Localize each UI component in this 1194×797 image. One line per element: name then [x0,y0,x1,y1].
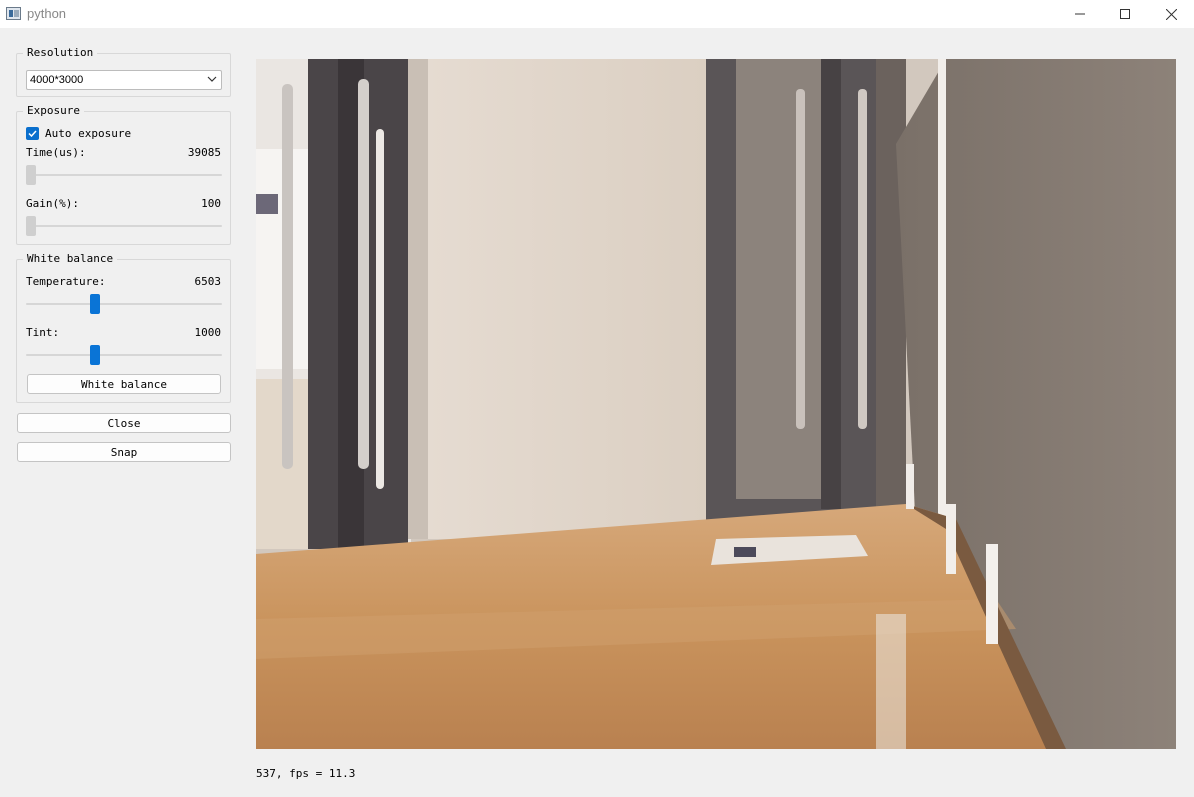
temperature-label: Temperature: [26,275,106,288]
auto-exposure-checkbox[interactable] [26,127,39,140]
tint-slider[interactable] [26,345,222,365]
gain-label: Gain(%): [26,197,79,210]
close-button[interactable]: Close [17,413,231,433]
maximize-icon [1120,9,1130,19]
time-label: Time(us): [26,146,86,159]
camera-preview [256,59,1176,749]
exposure-group-title: Exposure [23,104,84,118]
chevron-down-icon [207,76,217,82]
time-value: 39085 [187,146,221,159]
app-icon [6,7,21,20]
tint-slider-groove [26,354,222,356]
gain-slider[interactable] [26,216,222,236]
tint-label: Tint: [26,326,60,339]
window-title: python [27,6,67,21]
auto-exposure-label[interactable]: Auto exposure [45,127,131,140]
minimize-button[interactable] [1057,0,1103,28]
resolution-group-title: Resolution [23,46,98,60]
temperature-slider-groove [26,303,222,305]
minimize-icon [1075,13,1085,15]
time-slider-groove [26,174,222,176]
gain-value: 100 [201,197,221,210]
snap-button[interactable]: Snap [17,442,231,462]
check-icon [28,130,37,137]
gain-slider-handle[interactable] [26,216,36,236]
tint-slider-handle[interactable] [90,345,100,365]
title-bar[interactable]: python [0,0,1194,28]
status-text: 537, fps = 11.3 [256,767,356,780]
time-slider[interactable] [26,165,222,185]
maximize-button[interactable] [1102,0,1148,28]
white-balance-group: White balance Temperature: 6503 Tint: 10… [16,252,231,403]
close-window-button[interactable] [1148,0,1194,28]
temperature-slider-handle[interactable] [90,294,100,314]
white-balance-group-title: White balance [23,252,118,266]
temperature-slider[interactable] [26,294,222,314]
resolution-select-value: 4000*3000 [30,74,84,86]
temperature-value: 6503 [194,275,222,288]
resolution-select[interactable]: 4000*3000 [26,70,222,90]
time-slider-handle[interactable] [26,165,36,185]
tint-value: 1000 [194,326,222,339]
exposure-group: Exposure Auto exposure Time(us): 39085 G… [16,104,231,245]
camera-preview-image [256,59,1176,749]
gain-slider-groove [26,225,222,227]
resolution-group: Resolution 4000*3000 [16,46,231,97]
close-icon [1165,8,1177,20]
white-balance-button[interactable]: White balance [27,374,221,394]
